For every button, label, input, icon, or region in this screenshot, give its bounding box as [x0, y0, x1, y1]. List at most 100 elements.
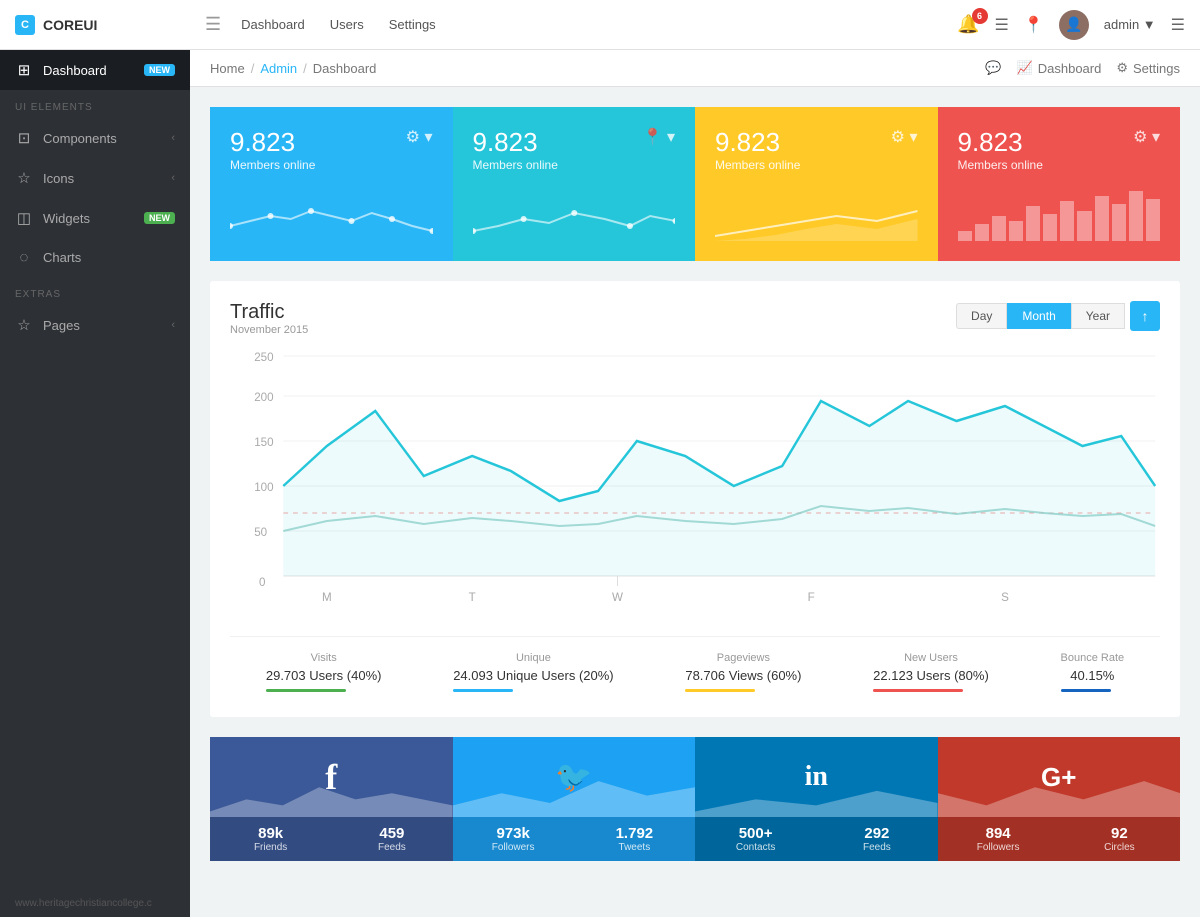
sidebar: ⊞ Dashboard NEW UI ELEMENTS ⊡ Components…	[0, 50, 190, 917]
bounce-value: 40.15%	[1061, 668, 1125, 683]
avatar[interactable]: 👤	[1059, 10, 1089, 40]
twitter-stat1: 973k Followers	[453, 817, 574, 861]
unique-bar	[453, 689, 513, 692]
stat-card-header-red: 9.823 Members online ⚙ ▾	[958, 127, 1161, 187]
widgets-icon: ◫	[15, 209, 33, 227]
svg-text:150: 150	[254, 435, 274, 449]
twitter-tweets-label: Tweets	[579, 842, 690, 853]
breadcrumb-sep-1: /	[251, 61, 255, 76]
svg-text:W: W	[612, 590, 624, 604]
visits-value: 29.703 Users (40%)	[266, 668, 382, 683]
unique-value: 24.093 Unique Users (20%)	[453, 668, 613, 683]
stat-card-yellow: 9.823 Members online ⚙ ▾	[695, 107, 938, 261]
breadcrumb-action-dashboard[interactable]: 📈 Dashboard	[1017, 60, 1102, 76]
breadcrumb-action-chat[interactable]: 💬	[985, 60, 1001, 76]
sparkline-yellow	[715, 191, 918, 241]
icons-icon: ☆	[15, 169, 33, 187]
settings-icon: ⚙	[1116, 60, 1128, 76]
newusers-bar	[873, 689, 963, 692]
gear-icon-red[interactable]: ⚙ ▾	[1133, 127, 1160, 147]
bar-12	[1146, 199, 1160, 242]
facebook-friends-value: 89k	[215, 825, 326, 842]
facebook-top: f	[210, 737, 453, 817]
stat-value-red: 9.823	[958, 127, 1043, 158]
svg-text:100: 100	[254, 480, 274, 494]
stat-card-header-yellow: 9.823 Members online ⚙ ▾	[715, 127, 918, 187]
stat-col-visits: Visits 29.703 Users (40%)	[266, 652, 382, 692]
extras-section: EXTRAS	[0, 277, 190, 305]
day-button[interactable]: Day	[956, 303, 1007, 329]
pages-icon: ☆	[15, 316, 33, 334]
sidebar-item-components[interactable]: ⊡ Components ‹	[0, 118, 190, 158]
bar-11	[1129, 191, 1143, 241]
logo-box: C	[15, 15, 35, 35]
upload-button[interactable]: ↑	[1130, 301, 1160, 331]
location-icon[interactable]: 📍	[1024, 15, 1044, 35]
traffic-card: Traffic November 2015 Day Month Year ↑ 2…	[210, 281, 1180, 717]
sidebar-item-dashboard[interactable]: ⊞ Dashboard NEW	[0, 50, 190, 90]
bar-2	[975, 224, 989, 242]
sidebar-item-charts[interactable]: ◌ Charts	[0, 238, 190, 277]
list-icon[interactable]: ☰	[995, 15, 1009, 35]
linkedin-contacts-value: 500+	[700, 825, 811, 842]
breadcrumb-bar: Home / Admin / Dashboard 💬 📈 Dashboard ⚙…	[190, 50, 1200, 87]
logo-area: C COREUI	[15, 15, 205, 35]
google-plus-bottom: 894 Followers 92 Circles	[938, 817, 1181, 861]
sidebar-item-widgets[interactable]: ◫ Widgets NEW	[0, 198, 190, 238]
stat-label-yellow: Members online	[715, 158, 800, 172]
nav-link-dashboard[interactable]: Dashboard	[241, 17, 305, 32]
linkedin-stat2: 292 Feeds	[816, 817, 937, 861]
notifications-bell[interactable]: 🔔 6	[957, 14, 979, 35]
notification-badge: 6	[972, 8, 988, 24]
breadcrumb-dashboard-label: Dashboard	[1038, 61, 1102, 76]
gear-icon-yellow[interactable]: ⚙ ▾	[891, 127, 918, 147]
pageviews-bar	[685, 689, 755, 692]
chart-icon: 📈	[1017, 60, 1033, 76]
charts-icon: ◌	[15, 249, 33, 266]
google-plus-icon: G+	[1041, 762, 1076, 793]
breadcrumb-settings-label: Settings	[1133, 61, 1180, 76]
svg-text:50: 50	[254, 525, 267, 539]
visits-label: Visits	[266, 652, 382, 664]
gear-icon-blue[interactable]: ⚙ ▾	[406, 127, 433, 147]
breadcrumb-actions: 💬 📈 Dashboard ⚙ Settings	[985, 60, 1180, 76]
traffic-subtitle: November 2015	[230, 324, 308, 336]
svg-text:250: 250	[254, 350, 274, 364]
svg-text:0: 0	[259, 575, 266, 589]
unique-label: Unique	[453, 652, 613, 664]
google-plus-top: G+	[938, 737, 1181, 817]
nav-right: 🔔 6 ☰ 📍 👤 admin ▼ ☰	[957, 10, 1185, 40]
traffic-chart-svg: 250 200 150 100 50 0	[230, 346, 1160, 626]
menu-icon[interactable]: ☰	[1171, 15, 1185, 35]
stat-col-bounce: Bounce Rate 40.15%	[1061, 652, 1125, 692]
top-navigation: C COREUI ☰ Dashboard Users Settings 🔔 6 …	[0, 0, 1200, 50]
sidebar-label-widgets: Widgets	[43, 211, 134, 226]
linkedin-bottom: 500+ Contacts 292 Feeds	[695, 817, 938, 861]
breadcrumb-admin[interactable]: Admin	[260, 61, 297, 76]
month-button[interactable]: Month	[1007, 303, 1070, 329]
sidebar-item-pages[interactable]: ☆ Pages ‹	[0, 305, 190, 345]
stats-row: Visits 29.703 Users (40%) Unique 24.093 …	[230, 636, 1160, 697]
content-area: 9.823 Members online ⚙ ▾	[190, 87, 1200, 917]
gear-icon-teal[interactable]: 📍 ▾	[643, 127, 675, 147]
admin-label[interactable]: admin ▼	[1104, 17, 1156, 32]
year-button[interactable]: Year	[1071, 303, 1125, 329]
traffic-header: Traffic November 2015 Day Month Year ↑	[230, 301, 1160, 336]
sidebar-label-components: Components	[43, 131, 161, 146]
sidebar-item-icons[interactable]: ☆ Icons ‹	[0, 158, 190, 198]
stat-cards: 9.823 Members online ⚙ ▾	[210, 107, 1180, 261]
pageviews-value: 78.706 Views (60%)	[685, 668, 801, 683]
bar-9	[1095, 196, 1109, 241]
bar-5	[1026, 206, 1040, 241]
facebook-stat1: 89k Friends	[210, 817, 331, 861]
breadcrumb-action-settings[interactable]: ⚙ Settings	[1116, 60, 1180, 76]
breadcrumb-home[interactable]: Home	[210, 61, 245, 76]
bar-8	[1077, 211, 1091, 241]
linkedin-contacts-label: Contacts	[700, 842, 811, 853]
bar-6	[1043, 214, 1057, 242]
hamburger-icon[interactable]: ☰	[205, 14, 221, 35]
chevron-icon-2: ‹	[171, 172, 175, 184]
nav-link-users[interactable]: Users	[330, 17, 364, 32]
nav-links: Dashboard Users Settings	[241, 17, 957, 32]
nav-link-settings[interactable]: Settings	[389, 17, 436, 32]
